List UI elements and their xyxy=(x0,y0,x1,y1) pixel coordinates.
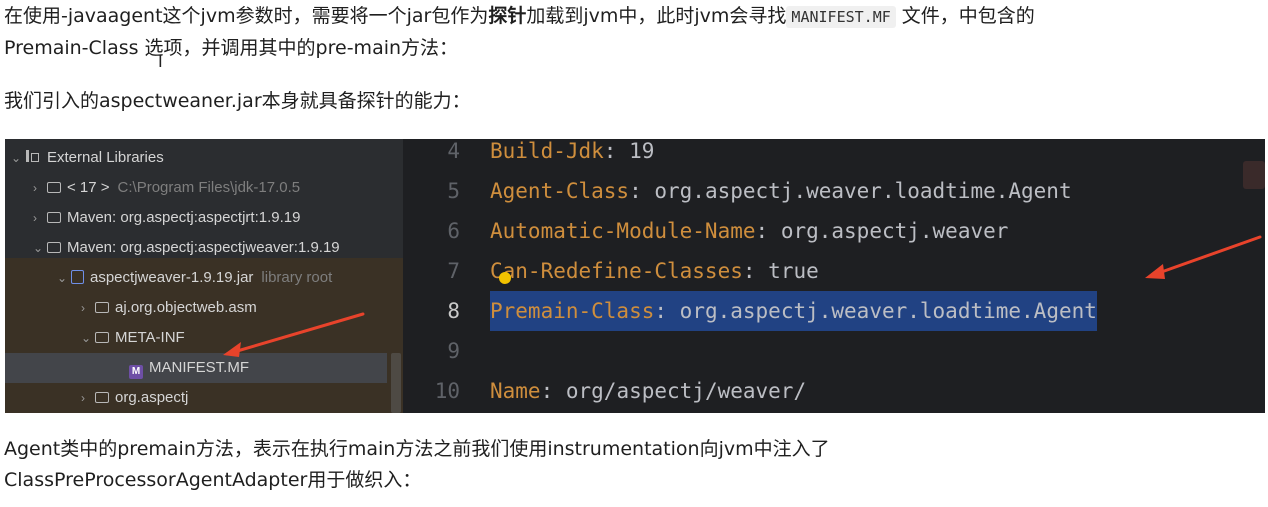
ide-screenshot: ⌄ External Libraries › < 17 > C:\Program Fi… xyxy=(5,139,1265,413)
text-cursor-icon: I xyxy=(158,52,163,71)
manifest-inline-code: MANIFEST.MF xyxy=(786,6,896,28)
agent-text-line2: ClassPreProcessorAgentAdapter用于做织入： xyxy=(4,469,422,491)
intro-text-middle: 加载到jvm中，此时jvm会寻找 xyxy=(526,5,787,27)
arrow-to-premain-class xyxy=(1145,235,1262,279)
agent-paragraph: Agent类中的premain方法，表示在执行main方法之前我们使用instr… xyxy=(4,434,830,496)
aspectweaver-paragraph: 我们引入的aspectweaner.jar本身就具备探针的能力： xyxy=(4,90,471,112)
annotation-arrows xyxy=(223,235,1262,357)
intro-text-end: 文件，中包含的 xyxy=(895,5,1035,27)
agent-text-line1: Agent类中的premain方法，表示在执行main方法之前我们使用instr… xyxy=(4,438,830,460)
arrow-to-manifest xyxy=(223,312,365,357)
intro-bold-probe: 探针 xyxy=(488,5,527,27)
intro-text-line2: Premain-Class 选项，并调用其中的pre-main方法： xyxy=(4,37,459,59)
intro-text-start: 在使用-javaagent这个jvm参数时，需要将一个jar包作为 xyxy=(4,5,489,27)
